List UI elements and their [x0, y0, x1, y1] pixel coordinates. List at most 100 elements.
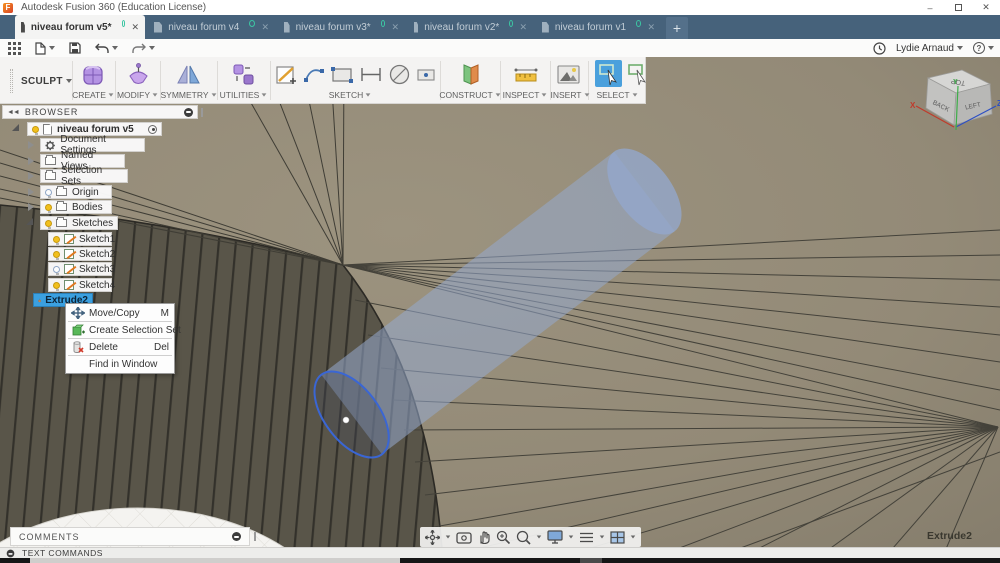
save-button[interactable]	[69, 42, 81, 54]
chevron-down-icon[interactable]	[600, 536, 605, 539]
line-tool-icon[interactable]	[359, 62, 383, 87]
tab-niveau-forum-v2[interactable]: niveau forum v2* ✕	[408, 15, 533, 39]
group-label-construct[interactable]: CONSTRUCT	[440, 90, 500, 100]
menu-item-create-selection-set[interactable]: Create Selection Set	[66, 322, 174, 338]
browser-node-sketch1[interactable]: Sketch1	[48, 232, 112, 246]
visibility-bulb-icon[interactable]	[53, 251, 60, 258]
file-menu-button[interactable]	[35, 42, 55, 55]
expander-sketches[interactable]	[26, 218, 33, 225]
group-label-insert[interactable]: INSERT	[548, 90, 592, 100]
visibility-bulb-icon[interactable]	[45, 220, 52, 227]
insert-icon[interactable]	[556, 62, 581, 87]
symmetry-icon[interactable]	[176, 62, 201, 87]
toolbar-grip-handle[interactable]	[10, 69, 13, 93]
status-bar: TEXT COMMANDS	[0, 547, 1000, 558]
browser-node-bodies[interactable]: Bodies	[40, 200, 112, 214]
activate-component-radio[interactable]	[148, 125, 157, 134]
visibility-bulb-off-icon[interactable]	[45, 189, 52, 196]
utilities-icon[interactable]	[231, 62, 256, 87]
browser-node-sketch3[interactable]: Sketch3	[48, 262, 112, 276]
text-commands-label[interactable]: TEXT COMMANDS	[22, 548, 103, 558]
browser-node-origin[interactable]: Origin	[40, 185, 112, 199]
expander-origin[interactable]	[28, 188, 34, 196]
expander-selection-sets[interactable]	[28, 172, 34, 180]
viewports-icon[interactable]	[610, 531, 625, 544]
browser-panel-header[interactable]: ◄◄ BROWSER	[2, 105, 198, 119]
group-label-create[interactable]: CREATE	[70, 90, 116, 100]
sync-status-icon	[122, 20, 126, 27]
redo-button[interactable]	[132, 43, 155, 54]
group-label-select[interactable]: SELECT	[592, 90, 642, 100]
visibility-bulb-off-icon[interactable]	[53, 266, 60, 273]
expander-bodies[interactable]	[28, 203, 34, 211]
circle-tool-icon[interactable]	[387, 62, 412, 87]
chevron-down-icon[interactable]	[446, 536, 451, 539]
tab-niveau-forum-v1[interactable]: niveau forum v1 ✕	[536, 15, 661, 39]
maximize-button[interactable]	[944, 0, 972, 15]
group-label-sketch[interactable]: SKETCH	[320, 90, 380, 100]
help-menu-button[interactable]: ?	[973, 42, 994, 54]
browser-node-selection-sets[interactable]: Selection Sets	[40, 169, 128, 183]
visibility-bulb-icon[interactable]	[53, 236, 60, 243]
tab-close-icon[interactable]: ✕	[261, 22, 269, 33]
browser-scrollbar[interactable]	[201, 108, 203, 117]
create-form-icon[interactable]	[81, 62, 106, 87]
chevron-down-icon[interactable]	[537, 536, 542, 539]
tab-niveau-forum-v4[interactable]: niveau forum v4 ✕	[148, 15, 275, 39]
expander-root[interactable]	[12, 124, 19, 131]
group-label-modify[interactable]: MODIFY	[115, 90, 160, 100]
tab-close-icon[interactable]: ✕	[647, 22, 655, 33]
clock-icon[interactable]	[873, 42, 886, 55]
pan-icon[interactable]	[477, 530, 491, 544]
expander-document-settings[interactable]	[28, 141, 34, 149]
tab-niveau-forum-v3[interactable]: niveau forum v3* ✕	[278, 15, 405, 39]
group-label-inspect[interactable]: INSPECT	[500, 90, 550, 100]
minimize-button[interactable]: –	[916, 0, 944, 15]
app-grid-button[interactable]	[8, 42, 21, 55]
collapse-panel-icon[interactable]: ◄◄	[7, 109, 19, 116]
spline-icon[interactable]	[303, 62, 325, 87]
undo-button[interactable]	[95, 43, 118, 54]
menu-item-move-copy[interactable]: Move/Copy M	[66, 305, 174, 321]
chevron-down-icon[interactable]	[569, 536, 574, 539]
menu-item-find-in-window[interactable]: Find in Window	[66, 356, 174, 372]
browser-node-sketch2[interactable]: Sketch2	[48, 247, 112, 261]
zoom-window-icon[interactable]	[516, 530, 531, 545]
rectangle-tool-icon[interactable]	[330, 62, 354, 87]
visibility-bulb-icon[interactable]	[45, 204, 52, 211]
zoom-icon[interactable]	[496, 530, 511, 545]
comments-panel[interactable]: COMMENTS	[10, 527, 250, 546]
workspace-mode-button[interactable]: SCULPT	[10, 69, 72, 93]
select-box-tool-icon[interactable]	[627, 62, 649, 86]
display-filter-icon[interactable]	[184, 108, 193, 117]
grid-settings-icon[interactable]	[579, 531, 594, 544]
new-tab-button[interactable]: +	[666, 17, 688, 39]
point-tool-icon[interactable]	[415, 62, 437, 87]
browser-node-sketch4[interactable]: Sketch4	[48, 278, 112, 292]
comments-filter-icon[interactable]	[232, 532, 241, 541]
chevron-down-icon[interactable]	[631, 536, 636, 539]
orbit-icon[interactable]	[425, 530, 440, 545]
look-at-icon[interactable]	[456, 531, 472, 544]
group-label-utilities[interactable]: UTILITIES	[217, 90, 270, 100]
visibility-bulb-icon[interactable]	[32, 126, 39, 133]
comments-scrollbar[interactable]	[254, 532, 256, 541]
create-sketch-icon[interactable]	[275, 62, 297, 87]
modify-form-icon[interactable]	[126, 62, 151, 87]
tab-close-icon[interactable]: ✕	[519, 22, 527, 33]
text-commands-icon[interactable]	[7, 549, 15, 557]
construct-icon[interactable]	[458, 62, 483, 87]
display-settings-icon[interactable]	[547, 530, 563, 544]
inspect-icon[interactable]	[513, 62, 539, 87]
tab-close-icon[interactable]: ✕	[131, 22, 139, 33]
group-label-symmetry[interactable]: SYMMETRY	[160, 90, 217, 100]
menu-item-delete[interactable]: Delete Del	[66, 339, 174, 355]
close-button[interactable]: ✕	[972, 0, 1000, 15]
select-tool-icon[interactable]	[598, 62, 620, 86]
tab-close-icon[interactable]: ✕	[391, 22, 399, 33]
tab-niveau-forum-v5[interactable]: niveau forum v5* ✕	[15, 15, 145, 39]
expander-named-views[interactable]	[28, 157, 34, 165]
browser-node-sketches[interactable]: Sketches	[40, 216, 118, 230]
account-menu-button[interactable]: Lydie Arnaud	[896, 43, 963, 54]
visibility-bulb-icon[interactable]	[53, 282, 60, 289]
